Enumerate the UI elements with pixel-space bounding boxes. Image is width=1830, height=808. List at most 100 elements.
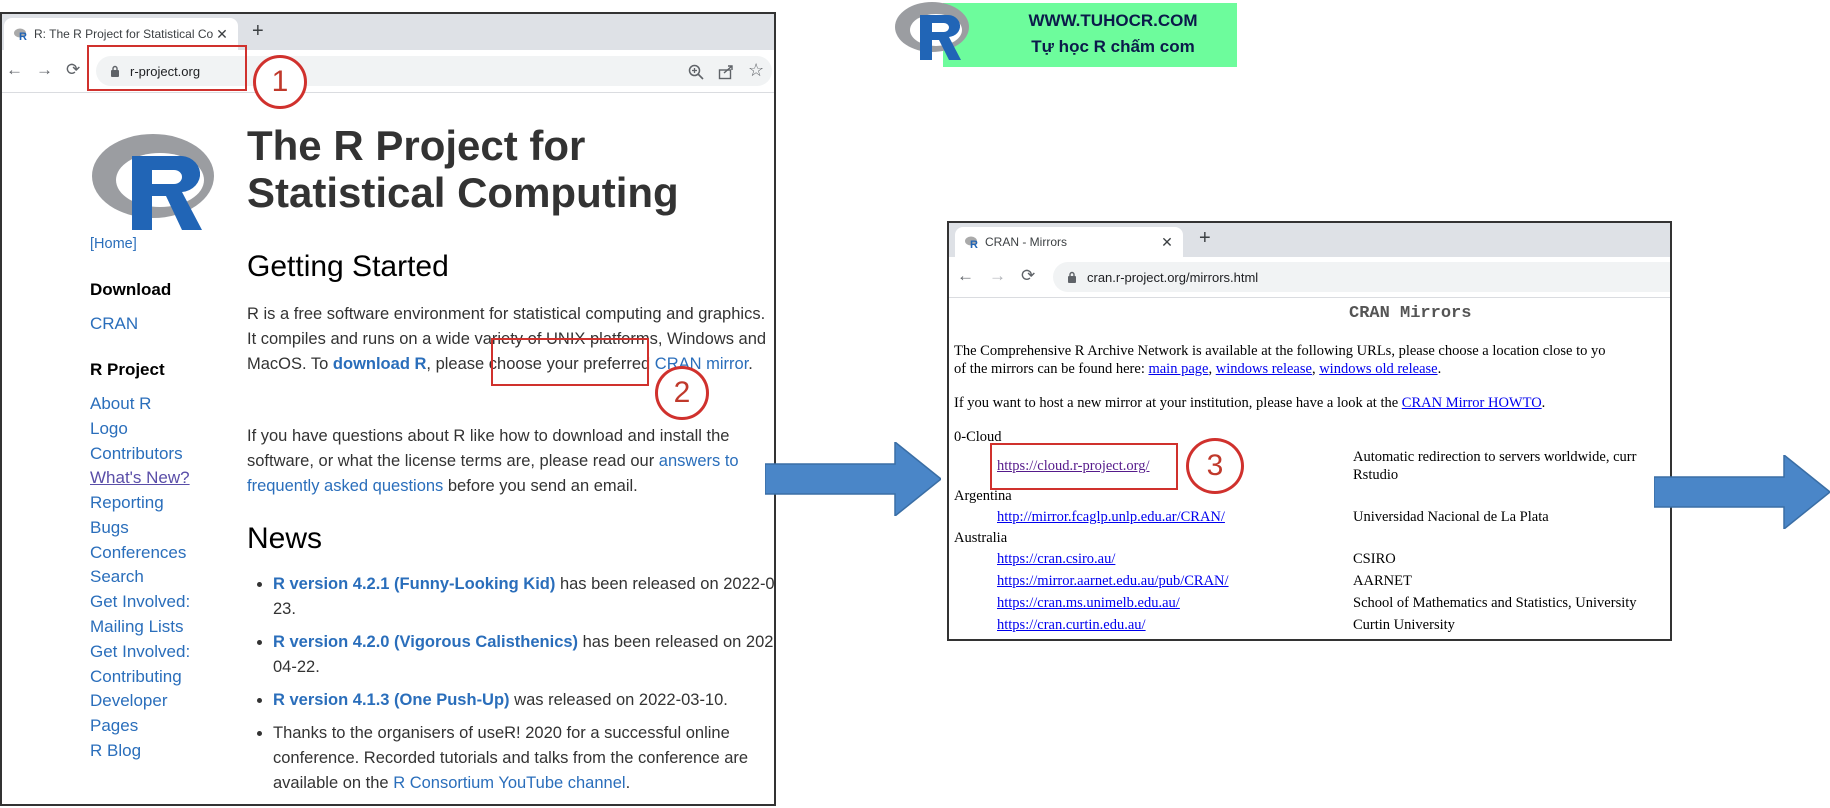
- mirror-desc: Rstudio: [1353, 467, 1399, 483]
- sidebar-item-about-r[interactable]: About R: [90, 394, 151, 414]
- arrow-right-icon: [765, 442, 941, 516]
- bookmark-star-icon[interactable]: ☆: [748, 60, 764, 81]
- sidebar-item-whats-new[interactable]: What's New?: [90, 468, 190, 488]
- news-link[interactable]: R version 4.2.1 (Funny-Looking Kid): [273, 575, 555, 593]
- annotation-box-url: [87, 45, 247, 91]
- tuhocr-brand-banner: WWW.TUHOCR.COM Tự học R chấm com: [943, 3, 1237, 67]
- news-text: was released on 2022-03-10.: [509, 691, 728, 709]
- sidebar-item-get-involved-1[interactable]: Get Involved:: [90, 592, 190, 612]
- host-text: If you want to host a new mirror at your…: [954, 395, 1402, 411]
- intro-text: of the mirrors can be found here:: [954, 361, 1149, 377]
- mirror-desc: Curtin University: [1353, 617, 1455, 633]
- mirror-desc: AARNET: [1353, 573, 1412, 589]
- news-item: Thanks to the organisers of useR! 2020 f…: [273, 721, 774, 796]
- mirror-link[interactable]: https://cran.curtin.edu.au/: [997, 617, 1146, 633]
- sidebar-header-download: Download: [90, 280, 172, 299]
- mirror-link[interactable]: https://mirror.aarnet.edu.au/pub/CRAN/: [997, 573, 1229, 589]
- sidebar-item-mailing-lists[interactable]: Mailing Lists: [90, 617, 184, 637]
- mirror-row: https://cran.ms.unimelb.edu.au/: [997, 595, 1180, 612]
- sidebar-item-contributors[interactable]: Contributors: [90, 444, 183, 464]
- getting-started-heading: Getting Started: [247, 250, 449, 283]
- back-icon[interactable]: ←: [957, 266, 974, 286]
- sidebar-item-contributing[interactable]: Contributing: [90, 667, 182, 687]
- sidebar-header-r-project: R Project: [90, 360, 165, 379]
- sidebar-item-cran[interactable]: CRAN: [90, 314, 138, 334]
- address-bar[interactable]: cran.r-project.org/mirrors.html: [1053, 262, 1670, 292]
- news-list: R version 4.2.1 (Funny-Looking Kid) has …: [247, 572, 774, 804]
- mirror-link[interactable]: https://cran.ms.unimelb.edu.au/: [997, 595, 1180, 611]
- news-item: R version 4.1.3 (One Push-Up) was releas…: [273, 688, 774, 713]
- windows-release-link[interactable]: windows release: [1216, 361, 1312, 377]
- mirror-link[interactable]: http://mirror.fcaglp.unlp.edu.ar/CRAN/: [997, 509, 1225, 525]
- group-label: Argentina: [954, 488, 1012, 504]
- sidebar-item-r-blog[interactable]: R Blog: [90, 741, 141, 761]
- mirror-desc: Automatic redirection to servers worldwi…: [1353, 449, 1637, 465]
- forward-icon[interactable]: →: [36, 60, 53, 80]
- site-title: The R Project for Statistical Computing: [247, 122, 679, 216]
- r-logo-icon: [92, 134, 214, 230]
- news-link[interactable]: R version 4.1.3 (One Push-Up): [273, 691, 510, 709]
- tab-close-icon[interactable]: ✕: [1159, 234, 1175, 251]
- paragraph-text: .: [748, 355, 753, 373]
- mirror-row: https://cran.csiro.au/: [997, 551, 1115, 568]
- tab-cran-mirrors[interactable]: R CRAN - Mirrors ✕: [955, 227, 1183, 257]
- tab-title: R: The R Project for Statistical Co: [34, 27, 214, 41]
- tab-close-icon[interactable]: ✕: [214, 26, 230, 43]
- new-tab-button[interactable]: +: [1199, 227, 1211, 250]
- new-tab-button[interactable]: +: [252, 20, 264, 43]
- host-line: If you want to host a new mirror at your…: [954, 395, 1545, 412]
- sidebar-item-get-involved-2[interactable]: Get Involved:: [90, 642, 190, 662]
- sidebar-item-developer[interactable]: Developer: [90, 691, 168, 711]
- svg-text:R: R: [970, 239, 978, 249]
- sidebar-item-home[interactable]: [Home]: [90, 236, 137, 252]
- download-r-link[interactable]: download R: [333, 355, 427, 373]
- zoom-icon[interactable]: [688, 64, 704, 80]
- sidebar-item-bugs[interactable]: Bugs: [90, 518, 129, 538]
- mirror-row: https://mirror.aarnet.edu.au/pub/CRAN/: [997, 573, 1229, 590]
- site-title-line-1: The R Project for: [247, 122, 586, 169]
- intro-line-1: The Comprehensive R Archive Network is a…: [954, 343, 1606, 359]
- forward-icon[interactable]: →: [989, 266, 1006, 286]
- tab-strip: R CRAN - Mirrors ✕ +: [949, 223, 1670, 257]
- sidebar-item-pages[interactable]: Pages: [90, 716, 138, 736]
- back-icon[interactable]: ←: [6, 60, 23, 80]
- arrow-right-icon: [1654, 455, 1830, 529]
- page-title: CRAN Mirrors: [1349, 304, 1472, 323]
- mirror-link[interactable]: https://cran.csiro.au/: [997, 551, 1115, 567]
- news-link[interactable]: R version 4.2.0 (Vigorous Calisthenics): [273, 633, 578, 651]
- intro-text: .: [1437, 361, 1442, 377]
- r-logo-icon: [895, 2, 969, 60]
- brand-line-1: WWW.TUHOCR.COM: [1028, 11, 1198, 30]
- annotation-box-download: [491, 338, 649, 386]
- mirror-howto-link[interactable]: CRAN Mirror HOWTO: [1402, 395, 1542, 411]
- group-label: Australia: [954, 530, 1008, 546]
- news-item: R version 4.2.1 (Funny-Looking Kid) has …: [273, 572, 774, 622]
- browser-toolbar: ← → ⟳ cran.r-project.org/mirrors.html: [949, 257, 1670, 298]
- browser-window-cran-mirrors: R CRAN - Mirrors ✕ + ← → ⟳ cran.r-projec…: [947, 221, 1672, 641]
- intro-line-2: of the mirrors can be found here: main p…: [954, 361, 1441, 378]
- reload-icon[interactable]: ⟳: [1021, 266, 1035, 286]
- news-heading: News: [247, 522, 323, 555]
- r-logo-icon: R: [14, 28, 27, 41]
- youtube-channel-link[interactable]: R Consortium YouTube channel: [393, 774, 625, 792]
- sidebar-item-conferences[interactable]: Conferences: [90, 543, 186, 563]
- sidebar-item-reporting[interactable]: Reporting: [90, 493, 164, 513]
- sidebar-item-logo[interactable]: Logo: [90, 419, 128, 439]
- share-icon[interactable]: [718, 64, 734, 80]
- step-marker-2: 2: [655, 366, 709, 420]
- annotation-box-cloud-mirror: [990, 443, 1178, 490]
- paragraph-text: If you have questions about R like how t…: [247, 427, 730, 470]
- reload-icon[interactable]: ⟳: [66, 60, 80, 80]
- url-text: cran.r-project.org/mirrors.html: [1087, 269, 1259, 285]
- news-text: .: [625, 774, 631, 792]
- lock-icon: [1068, 271, 1076, 283]
- questions-paragraph: If you have questions about R like how t…: [247, 424, 767, 499]
- main-page-link[interactable]: main page: [1148, 361, 1208, 377]
- sidebar-item-search[interactable]: Search: [90, 567, 144, 587]
- site-title-line-2: Statistical Computing: [247, 169, 679, 216]
- mirror-row: http://mirror.fcaglp.unlp.edu.ar/CRAN/: [997, 509, 1225, 526]
- host-text: .: [1541, 395, 1546, 411]
- windows-old-release-link[interactable]: windows old release: [1319, 361, 1437, 377]
- mirror-row: https://cran.curtin.edu.au/: [997, 617, 1146, 634]
- intro-text: ,: [1208, 361, 1216, 377]
